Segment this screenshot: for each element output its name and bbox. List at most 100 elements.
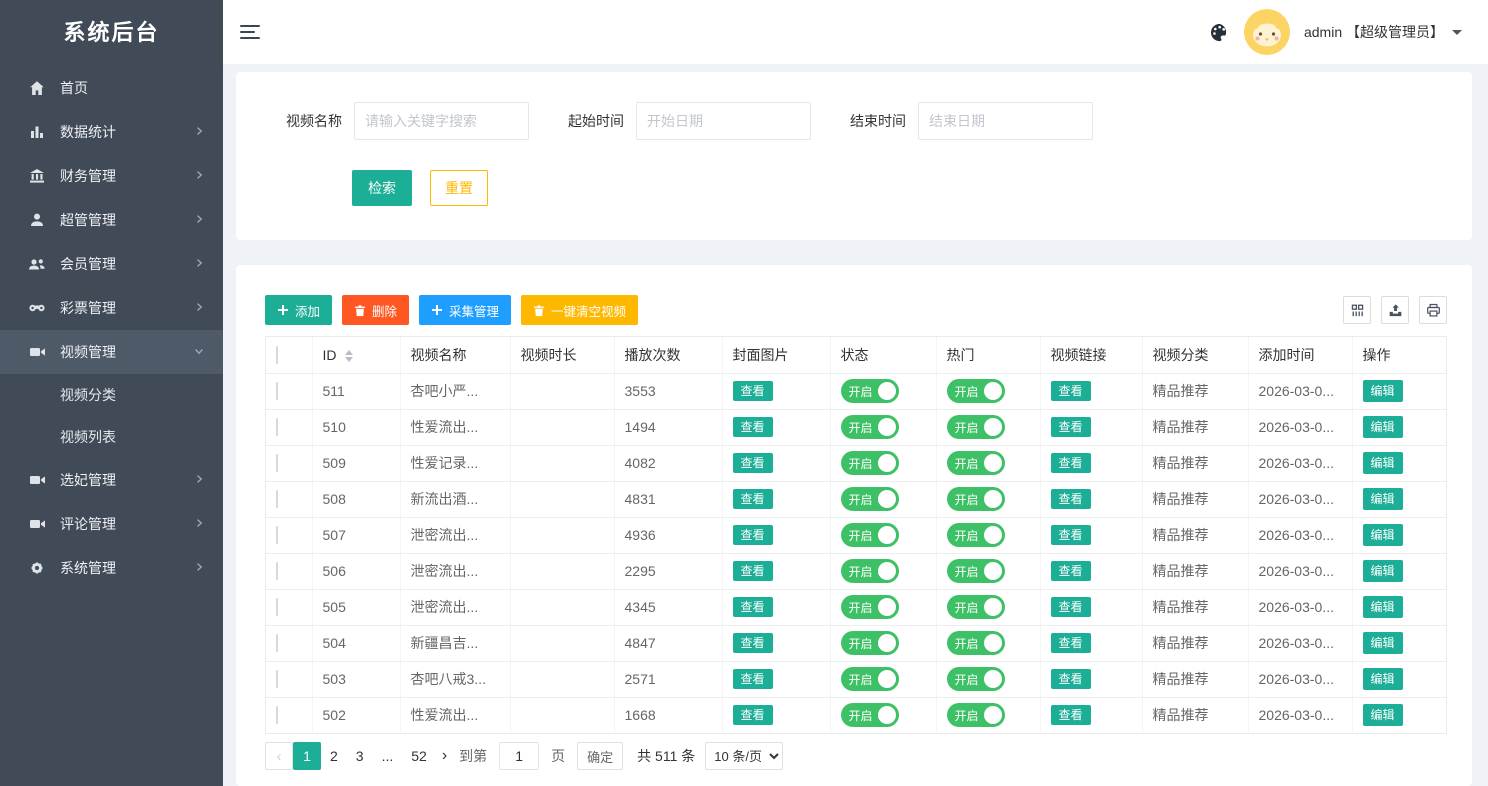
columns-icon[interactable] bbox=[1343, 296, 1371, 324]
status-toggle[interactable]: 开启 bbox=[841, 595, 899, 619]
edit-button[interactable]: 编辑 bbox=[1363, 524, 1403, 546]
end-date-input[interactable] bbox=[918, 102, 1093, 140]
hot-toggle[interactable]: 开启 bbox=[947, 559, 1005, 583]
delete-button[interactable]: 删除 bbox=[342, 295, 409, 325]
row-checkbox[interactable] bbox=[276, 382, 278, 400]
sidebar-item-选妃管理[interactable]: 选妃管理 bbox=[0, 458, 223, 502]
edit-button[interactable]: 编辑 bbox=[1363, 380, 1403, 402]
goto-page-input[interactable] bbox=[499, 742, 539, 770]
status-toggle[interactable]: 开启 bbox=[841, 451, 899, 475]
sidebar-item-会员管理[interactable]: 会员管理 bbox=[0, 242, 223, 286]
sidebar-item-评论管理[interactable]: 评论管理 bbox=[0, 502, 223, 546]
edit-button[interactable]: 编辑 bbox=[1363, 596, 1403, 618]
link-view-button[interactable]: 查看 bbox=[1051, 525, 1091, 545]
row-checkbox[interactable] bbox=[276, 634, 278, 652]
status-toggle[interactable]: 开启 bbox=[841, 703, 899, 727]
edit-button[interactable]: 编辑 bbox=[1363, 452, 1403, 474]
sidebar-item-首页[interactable]: 首页 bbox=[0, 66, 223, 110]
cover-view-button[interactable]: 查看 bbox=[733, 381, 773, 401]
prev-page-button[interactable]: ‹ bbox=[265, 742, 293, 770]
start-date-input[interactable] bbox=[636, 102, 811, 140]
hot-toggle[interactable]: 开启 bbox=[947, 703, 1005, 727]
edit-button[interactable]: 编辑 bbox=[1363, 668, 1403, 690]
page-number-2[interactable]: 2 bbox=[330, 748, 338, 764]
link-view-button[interactable]: 查看 bbox=[1051, 489, 1091, 509]
status-toggle[interactable]: 开启 bbox=[841, 523, 899, 547]
hot-toggle[interactable]: 开启 bbox=[947, 451, 1005, 475]
next-page-button[interactable]: › bbox=[442, 747, 447, 765]
hot-toggle[interactable]: 开启 bbox=[947, 487, 1005, 511]
link-view-button[interactable]: 查看 bbox=[1051, 633, 1091, 653]
row-checkbox[interactable] bbox=[276, 454, 278, 472]
menu-toggle-icon[interactable] bbox=[240, 21, 260, 43]
page-number-52[interactable]: 52 bbox=[411, 748, 427, 764]
select-all-checkbox[interactable] bbox=[276, 346, 278, 364]
video-name-input[interactable] bbox=[354, 102, 529, 140]
row-checkbox[interactable] bbox=[276, 526, 278, 544]
status-toggle[interactable]: 开启 bbox=[841, 667, 899, 691]
sidebar-item-视频管理[interactable]: 视频管理 bbox=[0, 330, 223, 374]
page-number-1[interactable]: 1 bbox=[293, 742, 321, 770]
sidebar-item-超管管理[interactable]: 超管管理 bbox=[0, 198, 223, 242]
hot-toggle[interactable]: 开启 bbox=[947, 415, 1005, 439]
sidebar-item-系统管理[interactable]: 系统管理 bbox=[0, 546, 223, 590]
sidebar-item-财务管理[interactable]: 财务管理 bbox=[0, 154, 223, 198]
add-button[interactable]: 添加 bbox=[265, 295, 332, 325]
export-icon[interactable] bbox=[1381, 296, 1409, 324]
sort-icon[interactable] bbox=[345, 350, 353, 362]
print-icon[interactable] bbox=[1419, 296, 1447, 324]
hot-toggle[interactable]: 开启 bbox=[947, 379, 1005, 403]
goto-confirm-button[interactable]: 确定 bbox=[577, 742, 623, 770]
hot-toggle[interactable]: 开启 bbox=[947, 595, 1005, 619]
theme-palette-icon[interactable] bbox=[1209, 22, 1230, 43]
link-view-button[interactable]: 查看 bbox=[1051, 417, 1091, 437]
page-size-select[interactable]: 10 条/页 bbox=[705, 742, 783, 770]
hot-toggle[interactable]: 开启 bbox=[947, 523, 1005, 547]
cover-view-button[interactable]: 查看 bbox=[733, 489, 773, 509]
link-view-button[interactable]: 查看 bbox=[1051, 669, 1091, 689]
row-checkbox[interactable] bbox=[276, 490, 278, 508]
cover-view-button[interactable]: 查看 bbox=[733, 597, 773, 617]
row-checkbox[interactable] bbox=[276, 706, 278, 724]
user-menu[interactable]: admin 【超级管理员】 bbox=[1304, 22, 1462, 42]
cover-view-button[interactable]: 查看 bbox=[733, 417, 773, 437]
row-checkbox[interactable] bbox=[276, 670, 278, 688]
edit-button[interactable]: 编辑 bbox=[1363, 632, 1403, 654]
cover-view-button[interactable]: 查看 bbox=[733, 705, 773, 725]
edit-button[interactable]: 编辑 bbox=[1363, 560, 1403, 582]
edit-button[interactable]: 编辑 bbox=[1363, 416, 1403, 438]
edit-button[interactable]: 编辑 bbox=[1363, 488, 1403, 510]
link-view-button[interactable]: 查看 bbox=[1051, 597, 1091, 617]
row-checkbox[interactable] bbox=[276, 562, 278, 580]
row-checkbox[interactable] bbox=[276, 418, 278, 436]
hot-toggle[interactable]: 开启 bbox=[947, 631, 1005, 655]
sidebar-subitem-视频列表[interactable]: 视频列表 bbox=[0, 416, 223, 458]
page-number-3[interactable]: 3 bbox=[356, 748, 364, 764]
status-toggle[interactable]: 开启 bbox=[841, 559, 899, 583]
cover-view-button[interactable]: 查看 bbox=[733, 669, 773, 689]
collect-manage-button[interactable]: 采集管理 bbox=[419, 295, 511, 325]
status-toggle[interactable]: 开启 bbox=[841, 631, 899, 655]
clear-all-videos-button[interactable]: 一键清空视频 bbox=[521, 295, 638, 325]
link-view-button[interactable]: 查看 bbox=[1051, 453, 1091, 473]
hot-toggle[interactable]: 开启 bbox=[947, 667, 1005, 691]
cover-view-button[interactable]: 查看 bbox=[733, 525, 773, 545]
status-toggle[interactable]: 开启 bbox=[841, 415, 899, 439]
sidebar-subitem-视频分类[interactable]: 视频分类 bbox=[0, 374, 223, 416]
row-checkbox[interactable] bbox=[276, 598, 278, 616]
search-button[interactable]: 检索 bbox=[352, 170, 412, 206]
reset-button[interactable]: 重置 bbox=[430, 170, 488, 206]
avatar[interactable] bbox=[1244, 9, 1290, 55]
link-view-button[interactable]: 查看 bbox=[1051, 561, 1091, 581]
link-view-button[interactable]: 查看 bbox=[1051, 705, 1091, 725]
status-toggle[interactable]: 开启 bbox=[841, 487, 899, 511]
status-toggle[interactable]: 开启 bbox=[841, 379, 899, 403]
cover-view-button[interactable]: 查看 bbox=[733, 561, 773, 581]
sidebar-item-彩票管理[interactable]: 彩票管理 bbox=[0, 286, 223, 330]
cell-status: 开启 bbox=[830, 517, 936, 553]
sidebar-item-数据统计[interactable]: 数据统计 bbox=[0, 110, 223, 154]
edit-button[interactable]: 编辑 bbox=[1363, 704, 1403, 726]
cover-view-button[interactable]: 查看 bbox=[733, 453, 773, 473]
cover-view-button[interactable]: 查看 bbox=[733, 633, 773, 653]
link-view-button[interactable]: 查看 bbox=[1051, 381, 1091, 401]
